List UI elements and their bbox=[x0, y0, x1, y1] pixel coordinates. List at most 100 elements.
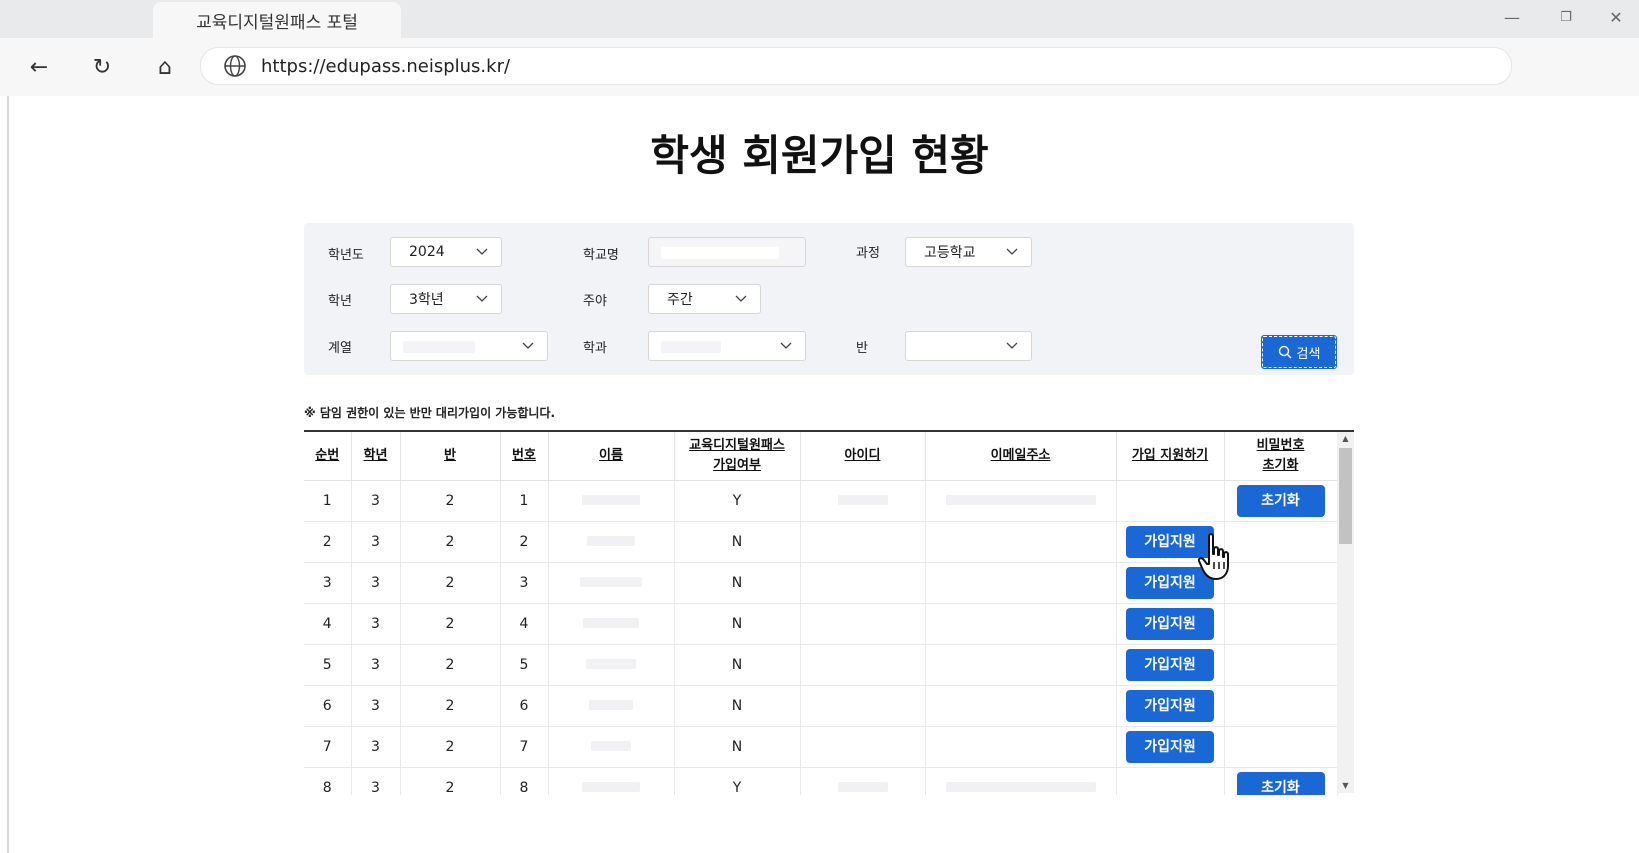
cell-reset bbox=[1224, 685, 1338, 727]
daynight-select[interactable]: 주간 bbox=[648, 284, 761, 314]
cell-id bbox=[800, 521, 926, 563]
cell-grade: 3 bbox=[351, 767, 401, 795]
grade-select[interactable]: 3학년 bbox=[390, 284, 502, 314]
student-email-redacted bbox=[945, 495, 1096, 505]
cell-joined: N bbox=[674, 685, 801, 727]
cell-joined: N bbox=[674, 644, 801, 686]
student-name-redacted bbox=[591, 741, 631, 751]
cell-email bbox=[925, 767, 1117, 795]
cell-number: 4 bbox=[500, 603, 549, 645]
cell-support: 가입지원 bbox=[1116, 644, 1225, 686]
password-reset-button[interactable]: 초기화 bbox=[1236, 485, 1325, 517]
chevron-down-icon bbox=[476, 248, 488, 255]
cell-email bbox=[925, 521, 1117, 563]
signup-support-button[interactable]: 가입지원 bbox=[1126, 731, 1214, 763]
cell-number: 7 bbox=[500, 726, 549, 768]
browser-titlebar: 교육디지털원패스 포털 — ❐ ✕ bbox=[0, 0, 1639, 38]
cell-id bbox=[800, 562, 926, 604]
address-bar[interactable]: https://edupass.neisplus.kr/ bbox=[200, 47, 1512, 85]
student-name-redacted bbox=[583, 618, 639, 628]
school-name-field bbox=[648, 237, 806, 267]
student-id-redacted bbox=[837, 495, 888, 505]
cell-name bbox=[548, 767, 675, 795]
cell-name bbox=[548, 603, 675, 645]
cell-number: 1 bbox=[500, 480, 549, 522]
cell-seq: 1 bbox=[304, 480, 352, 522]
cell-name bbox=[548, 726, 675, 768]
password-reset-button[interactable]: 초기화 bbox=[1236, 772, 1325, 795]
cell-class: 2 bbox=[400, 603, 501, 645]
cell-joined: Y bbox=[674, 767, 801, 795]
cell-support: 가입지원 bbox=[1116, 685, 1225, 727]
col-seq[interactable]: 순번 bbox=[304, 432, 352, 481]
browser-tab[interactable]: 교육디지털원패스 포털 bbox=[153, 2, 401, 38]
cell-name bbox=[548, 480, 675, 522]
close-icon[interactable]: ✕ bbox=[1604, 8, 1628, 27]
minimize-icon[interactable]: — bbox=[1500, 8, 1524, 27]
col-support[interactable]: 가입 지원하기 bbox=[1116, 432, 1225, 481]
col-class[interactable]: 반 bbox=[400, 432, 501, 481]
col-number[interactable]: 번호 bbox=[500, 432, 549, 481]
cell-email bbox=[925, 480, 1117, 522]
table-row: 3 3 2 3 N 가입지원 bbox=[304, 562, 1338, 604]
cell-number: 6 bbox=[500, 685, 549, 727]
course-select[interactable]: 고등학교 bbox=[905, 237, 1032, 267]
cell-grade: 3 bbox=[351, 480, 401, 522]
url-text: https://edupass.neisplus.kr/ bbox=[261, 55, 511, 77]
cell-id bbox=[800, 603, 926, 645]
search-button[interactable]: 검색 bbox=[1261, 335, 1337, 369]
col-reset[interactable]: 비밀번호 초기화 bbox=[1224, 432, 1338, 481]
chevron-down-icon bbox=[780, 342, 792, 349]
window-divider bbox=[7, 96, 9, 853]
home-icon[interactable]: ⌂ bbox=[148, 50, 182, 84]
tab-title: 교육디지털원패스 포털 bbox=[196, 12, 358, 33]
cell-grade: 3 bbox=[351, 521, 401, 563]
table-header-row: 순번 학년 반 번호 이름 교육디지털원패스 가입여부 아이디 이메일주소 가입 … bbox=[304, 432, 1338, 481]
student-email-redacted bbox=[945, 782, 1096, 792]
cell-class: 2 bbox=[400, 562, 501, 604]
cell-name bbox=[548, 521, 675, 563]
chevron-down-icon bbox=[735, 295, 747, 302]
cell-reset bbox=[1224, 644, 1338, 686]
cell-seq: 4 bbox=[304, 603, 352, 645]
cell-id bbox=[800, 767, 926, 795]
signup-support-button[interactable]: 가입지원 bbox=[1126, 690, 1214, 722]
col-id[interactable]: 아이디 bbox=[800, 432, 926, 481]
dept-label: 학과 bbox=[583, 341, 607, 356]
cell-support: 가입지원 bbox=[1116, 726, 1225, 768]
student-name-redacted bbox=[589, 700, 633, 710]
cell-email bbox=[925, 726, 1117, 768]
student-id-redacted bbox=[837, 782, 888, 792]
cell-class: 2 bbox=[400, 644, 501, 686]
student-name-redacted bbox=[587, 536, 635, 546]
col-joined[interactable]: 교육디지털원패스 가입여부 bbox=[674, 432, 801, 481]
series-select[interactable] bbox=[390, 331, 548, 361]
year-select[interactable]: 2024 bbox=[390, 237, 502, 267]
dept-select[interactable] bbox=[648, 331, 806, 361]
scroll-down-icon[interactable]: ▼ bbox=[1337, 779, 1354, 793]
cell-name bbox=[548, 562, 675, 604]
cell-joined: Y bbox=[674, 480, 801, 522]
scroll-thumb[interactable] bbox=[1339, 448, 1352, 544]
course-value: 고등학교 bbox=[924, 245, 976, 261]
reload-icon[interactable]: ↻ bbox=[85, 50, 119, 84]
cell-seq: 8 bbox=[304, 767, 352, 795]
back-icon[interactable]: ← bbox=[22, 50, 56, 84]
cell-support bbox=[1116, 480, 1225, 522]
cell-class: 2 bbox=[400, 480, 501, 522]
signup-support-button[interactable]: 가입지원 bbox=[1126, 649, 1214, 681]
class-select[interactable] bbox=[905, 331, 1032, 361]
cell-joined: N bbox=[674, 562, 801, 604]
col-email[interactable]: 이메일주소 bbox=[925, 432, 1117, 481]
signup-support-button[interactable]: 가입지원 bbox=[1126, 608, 1214, 640]
scroll-up-icon[interactable]: ▲ bbox=[1337, 432, 1354, 446]
cell-seq: 7 bbox=[304, 726, 352, 768]
table-scrollbar[interactable]: ▲ ▼ bbox=[1337, 432, 1354, 793]
cell-id bbox=[800, 480, 926, 522]
restore-icon[interactable]: ❐ bbox=[1554, 10, 1578, 25]
col-name[interactable]: 이름 bbox=[548, 432, 675, 481]
cell-number: 3 bbox=[500, 562, 549, 604]
table-row: 1 3 2 1 Y 초기화 bbox=[304, 480, 1338, 522]
chevron-down-icon bbox=[1006, 342, 1018, 349]
col-grade[interactable]: 학년 bbox=[351, 432, 401, 481]
